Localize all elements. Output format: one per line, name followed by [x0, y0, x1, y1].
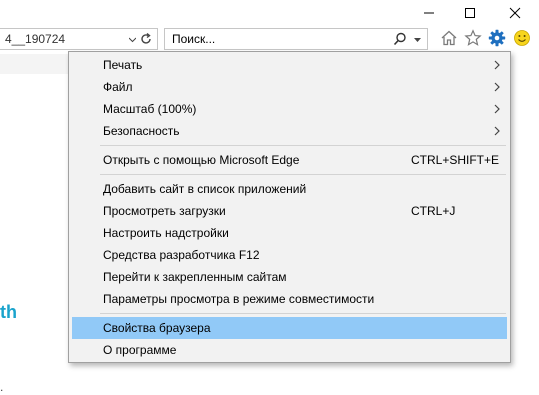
menu-item-label: Масштаб (100%): [103, 102, 197, 116]
menu-separator: [100, 174, 506, 175]
dropdown-icon[interactable]: [129, 36, 136, 43]
menu-item-shortcut: CTRL+J: [411, 204, 456, 218]
close-button[interactable]: [500, 2, 530, 24]
menu-item[interactable]: Файл: [72, 76, 507, 98]
menu-item-label: О программе: [103, 343, 177, 357]
menu-item-label: Открыть с помощью Microsoft Edge: [103, 153, 300, 167]
menu-separator: [100, 145, 506, 146]
menu-item[interactable]: Печать: [72, 54, 507, 76]
address-bar[interactable]: 4__190724: [0, 28, 158, 50]
minimize-icon: [424, 12, 434, 14]
smiley-feedback-icon: [514, 30, 530, 46]
menu-item-label: Средства разработчика F12: [103, 248, 260, 262]
maximize-button[interactable]: [455, 2, 485, 24]
tools-menu: Печать Файл Масштаб (100%) Безопасность Откр…: [68, 51, 511, 363]
magnifier-icon[interactable]: [392, 31, 408, 47]
menu-item[interactable]: Открыть с помощью Microsoft Edge CTRL+SHI…: [72, 149, 507, 171]
home-button[interactable]: [439, 28, 459, 48]
menu-item-label: Свойства браузера: [103, 321, 211, 335]
home-icon: [441, 30, 457, 46]
feedback-button[interactable]: [512, 28, 532, 48]
menu-item[interactable]: Свойства браузера: [72, 317, 507, 339]
address-value: 4__190724: [5, 32, 66, 46]
tools-button[interactable]: [487, 28, 507, 48]
menu-item-label: Добавить сайт в список приложений: [103, 182, 307, 196]
page-partial-text: .: [0, 380, 4, 394]
menu-item[interactable]: Перейти к закрепленным сайтам: [72, 266, 507, 288]
minimize-button[interactable]: [414, 2, 444, 24]
menu-item-label: Безопасность: [103, 124, 180, 138]
favorites-button[interactable]: [463, 28, 483, 48]
page-partial-heading: th: [0, 302, 17, 322]
menu-item[interactable]: Настроить надстройки: [72, 222, 507, 244]
menu-item-label: Просмотреть загрузки: [103, 204, 226, 218]
menu-item-shortcut: CTRL+SHIFT+E: [411, 153, 500, 167]
menu-item[interactable]: Безопасность: [72, 120, 507, 142]
menu-item-label: Настроить надстройки: [103, 226, 229, 240]
menu-separator: [100, 313, 506, 314]
menu-item[interactable]: Добавить сайт в список приложений: [72, 178, 507, 200]
search-input[interactable]: Поиск...: [172, 32, 215, 46]
menu-item-label: Печать: [103, 58, 143, 72]
refresh-icon[interactable]: [138, 31, 154, 47]
maximize-icon: [465, 8, 475, 18]
chevron-down-icon[interactable]: [414, 37, 421, 43]
menu-item-label: Параметры просмотра в режиме совместимос…: [103, 292, 375, 306]
gear-icon: [488, 29, 506, 47]
menu-item[interactable]: О программе: [72, 339, 507, 361]
favorites-star-icon: [464, 29, 482, 46]
menu-item[interactable]: Средства разработчика F12: [72, 244, 507, 266]
menu-item[interactable]: Параметры просмотра в режиме совместимос…: [72, 288, 507, 310]
submenu-arrow-icon: [494, 60, 500, 70]
menu-item[interactable]: Масштаб (100%): [72, 98, 507, 120]
menu-item-label: Перейти к закрепленным сайтам: [103, 270, 287, 284]
search-box[interactable]: Поиск...: [164, 28, 428, 50]
submenu-arrow-icon: [494, 126, 500, 136]
submenu-arrow-icon: [494, 104, 500, 114]
close-icon: [509, 7, 521, 19]
submenu-arrow-icon: [494, 82, 500, 92]
menu-item-label: Файл: [103, 80, 133, 94]
menu-item[interactable]: Просмотреть загрузки CTRL+J: [72, 200, 507, 222]
